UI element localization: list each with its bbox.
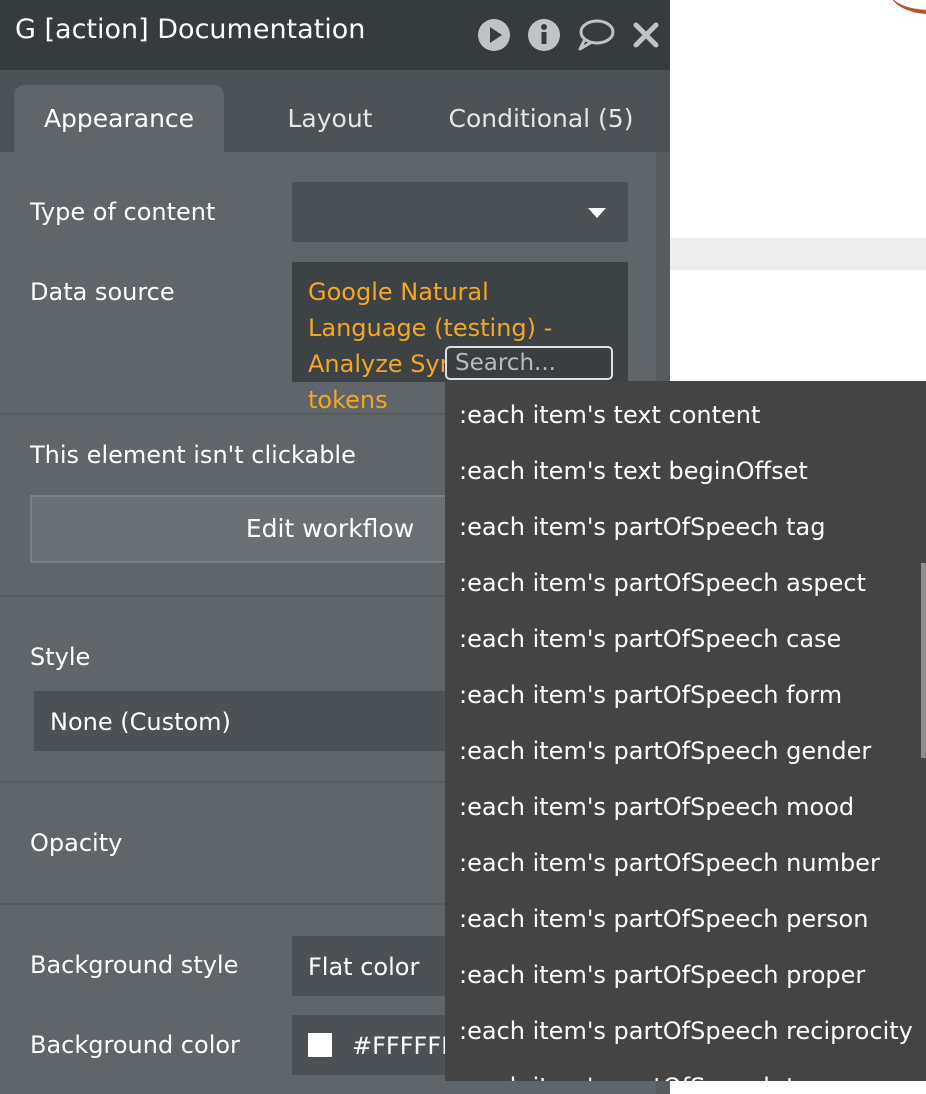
dropdown-option[interactable]: :each item's text content <box>445 387 926 443</box>
clickable-note: This element isn't clickable <box>30 441 356 469</box>
play-icon[interactable] <box>476 17 512 53</box>
dropdown-option[interactable]: :each item's partOfSpeech tag <box>445 499 926 555</box>
title-bar: G [action] Documentation <box>0 0 670 70</box>
background-color-value: #FFFFFF <box>352 1032 455 1060</box>
dropdown-option[interactable]: :each item's partOfSpeech number <box>445 835 926 891</box>
data-source-label: Data source <box>30 278 175 306</box>
dropdown-option[interactable]: :each item's text beginOffset <box>445 443 926 499</box>
dropdown-option[interactable]: :each item's partOfSpeech mood <box>445 779 926 835</box>
type-of-content-select[interactable] <box>292 182 628 242</box>
close-icon[interactable] <box>628 17 664 53</box>
opacity-label: Opacity <box>30 829 123 857</box>
dropdown-option[interactable]: :each item's partOfSpeech person <box>445 891 926 947</box>
color-swatch[interactable] <box>308 1033 332 1057</box>
dropdown-option[interactable]: :each item's partOfSpeech gender <box>445 723 926 779</box>
tab-bar: Appearance Layout Conditional (5) <box>0 70 670 152</box>
style-label: Style <box>30 643 91 671</box>
background-color-label: Background color <box>30 1031 240 1059</box>
dropdown-option[interactable]: :each item's partOfSpeech reciprocity <box>445 1003 926 1059</box>
dropdown-option[interactable]: :each item's partOfSpeech aspect <box>445 555 926 611</box>
tab-layout[interactable]: Layout <box>240 85 420 152</box>
canvas-element-edge <box>890 0 926 14</box>
tab-conditional[interactable]: Conditional (5) <box>432 85 650 152</box>
background-style-value: Flat color <box>308 953 420 981</box>
comment-icon[interactable] <box>576 17 616 53</box>
autocomplete-dropdown: :each item's text content :each item's t… <box>445 381 926 1081</box>
dropdown-option[interactable]: :each item's partOfSpeech case <box>445 611 926 667</box>
tab-appearance[interactable]: Appearance <box>14 85 224 152</box>
dropdown-option[interactable]: :each item's partOfSpeech proper <box>445 947 926 1003</box>
type-of-content-label: Type of content <box>30 198 216 226</box>
info-icon[interactable] <box>526 17 562 53</box>
data-source-search-input[interactable] <box>445 346 613 380</box>
dropdown-scrollbar[interactable] <box>921 563 926 758</box>
element-title: G [action] Documentation <box>15 14 366 45</box>
chevron-down-icon <box>588 208 606 218</box>
dropdown-option[interactable]: :each item's partOfSpeech form <box>445 667 926 723</box>
dropdown-option[interactable]: :each item's partOfSpeech tense <box>445 1059 926 1081</box>
style-value: None (Custom) <box>50 708 231 736</box>
background-style-label: Background style <box>30 951 239 979</box>
canvas-element[interactable] <box>670 238 926 270</box>
